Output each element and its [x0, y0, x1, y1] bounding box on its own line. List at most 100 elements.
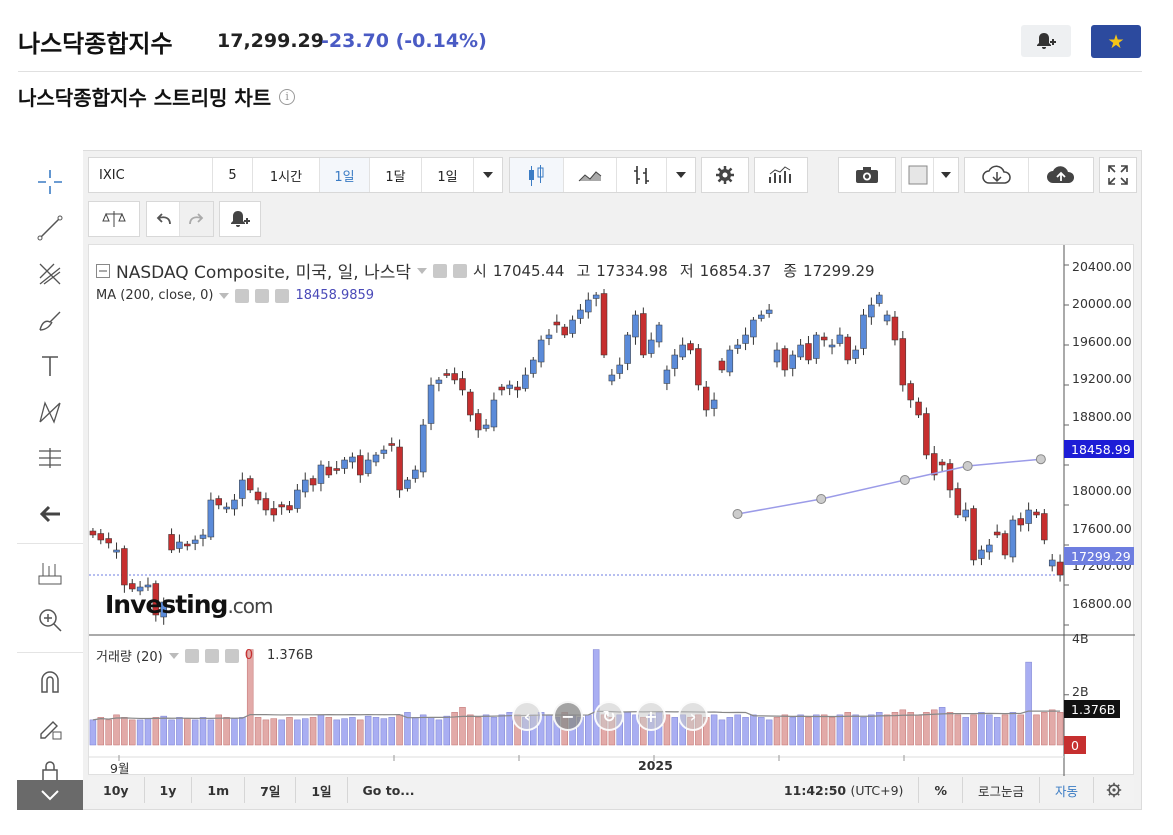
eye-icon[interactable]	[433, 263, 448, 278]
volume-bar-up	[419, 714, 427, 746]
ma-settings-icon[interactable]	[255, 288, 270, 303]
candle-up	[412, 469, 419, 479]
volume-bar-down	[1001, 714, 1009, 746]
goto-button[interactable]: Go to...	[348, 777, 430, 803]
auto-scale-toggle[interactable]: 자동	[1040, 777, 1094, 803]
watchlist-star-button[interactable]: ★	[1091, 25, 1141, 58]
candle-up	[506, 384, 513, 389]
candle-up	[585, 299, 592, 313]
cloud-download-icon[interactable]	[965, 158, 1029, 192]
volume-bar-up	[978, 712, 985, 746]
percent-scale-toggle[interactable]: %	[919, 777, 963, 803]
area-chart-icon[interactable]	[564, 158, 618, 192]
ma-dropdown-icon[interactable]	[219, 292, 230, 299]
trend-line-tool-icon[interactable]	[32, 210, 68, 246]
add-alert-button[interactable]	[1021, 25, 1071, 57]
zoom-tool-icon[interactable]	[32, 602, 68, 638]
redo-icon[interactable]	[180, 202, 213, 236]
expand-tools-button[interactable]	[17, 780, 83, 810]
undo-icon[interactable]	[147, 202, 180, 236]
low-label: 저	[679, 262, 694, 280]
brush-tool-icon[interactable]	[32, 302, 68, 338]
volume-bar-up	[443, 715, 451, 746]
candles-icon[interactable]	[510, 158, 564, 192]
volume-eye-icon[interactable]	[184, 648, 199, 663]
candle-up	[545, 334, 553, 339]
indicators-icon[interactable]	[755, 158, 807, 192]
color-swatch-icon[interactable]	[902, 158, 934, 192]
volume-bar-down	[459, 707, 466, 746]
interval-1mo[interactable]: 1달	[370, 158, 422, 192]
range-10y[interactable]: 10y	[88, 777, 145, 803]
zoom-in-button[interactable]: +	[636, 701, 666, 731]
candle-up	[522, 374, 529, 389]
ma-eye-icon[interactable]	[235, 288, 250, 303]
price-chart-svg	[89, 245, 1135, 776]
candle-up	[663, 369, 671, 384]
candle-up	[632, 314, 639, 338]
crosshair-tool-icon[interactable]	[32, 164, 68, 200]
candle-down	[121, 548, 128, 586]
low-value: 16854.37	[699, 261, 772, 280]
candle-down	[467, 391, 474, 416]
chart-canvas[interactable]	[88, 244, 1135, 776]
interval-dropdown-chevron-icon[interactable]	[474, 158, 502, 192]
candle-down	[1056, 561, 1064, 576]
compare-scale-icon[interactable]	[89, 202, 139, 236]
scroll-left-button[interactable]: ‹	[512, 701, 542, 731]
layout-dropdown-icon[interactable]	[934, 158, 958, 192]
candle-up	[962, 509, 969, 518]
gear-icon[interactable]	[702, 158, 748, 192]
log-scale-toggle[interactable]: 로그눈금	[963, 777, 1040, 803]
volume-close-icon[interactable]	[224, 648, 239, 663]
range-1m[interactable]: 1m	[192, 777, 246, 803]
candle-down	[1033, 511, 1040, 516]
range-7d[interactable]: 7일	[245, 777, 297, 803]
interval-5[interactable]: 5	[213, 158, 253, 192]
volume-bar-up	[868, 714, 875, 746]
measure-tool-icon[interactable]	[32, 556, 68, 592]
pattern-tool-icon[interactable]	[32, 394, 68, 430]
ma200-line	[737, 458, 1041, 515]
ma-label: MA (200, close, 0)	[96, 288, 214, 303]
clock-timezone: (UTC+9)	[850, 782, 904, 798]
interval-1d[interactable]: 1일	[320, 158, 370, 192]
magnet-tool-icon[interactable]	[32, 664, 68, 700]
bottom-gear-icon[interactable]	[1094, 777, 1134, 803]
price-change: -23.70 (-0.14%)	[321, 30, 487, 52]
range-1y[interactable]: 1y	[145, 777, 193, 803]
interval-dropdown-value[interactable]: 1일	[422, 158, 474, 192]
cloud-upload-icon[interactable]	[1029, 158, 1093, 192]
range-1d[interactable]: 1일	[296, 777, 348, 803]
volume-bar-down	[883, 714, 891, 746]
settings-small-icon[interactable]	[453, 263, 468, 278]
text-tool-icon[interactable]	[32, 348, 68, 384]
reset-chart-button[interactable]: ↻	[594, 701, 624, 731]
volume-bar-up	[734, 714, 741, 746]
volume-settings-icon[interactable]	[204, 648, 219, 663]
collapse-legend-icon[interactable]	[96, 263, 110, 278]
camera-icon[interactable]	[839, 158, 895, 192]
fibonacci-tool-icon[interactable]	[32, 440, 68, 476]
legend-dropdown-icon[interactable]	[417, 267, 428, 274]
scroll-right-button[interactable]: ›	[678, 701, 708, 731]
chart-type-dropdown-icon[interactable]	[667, 158, 695, 192]
zoom-out-button[interactable]: −	[553, 701, 583, 731]
lock-drawings-icon[interactable]	[32, 710, 68, 746]
volume-bar-down	[1033, 714, 1040, 746]
bar-chart-icon[interactable]	[617, 158, 668, 192]
volume-bar-up	[592, 649, 600, 746]
volume-dropdown-icon[interactable]	[168, 652, 179, 659]
symbol-input[interactable]: IXIC	[89, 158, 213, 192]
pitchfork-tool-icon[interactable]	[32, 256, 68, 292]
fullscreen-icon[interactable]	[1100, 158, 1136, 192]
ma-close-icon[interactable]	[275, 288, 290, 303]
info-icon[interactable]: i	[279, 88, 296, 105]
back-arrow-icon[interactable]	[32, 496, 68, 532]
volume-bar-up	[836, 714, 844, 746]
candle-down	[333, 468, 340, 471]
candle-down	[97, 533, 105, 541]
candle-down	[262, 498, 270, 511]
chart-alert-bell-icon[interactable]	[220, 202, 260, 236]
interval-1h[interactable]: 1시간	[253, 158, 320, 192]
